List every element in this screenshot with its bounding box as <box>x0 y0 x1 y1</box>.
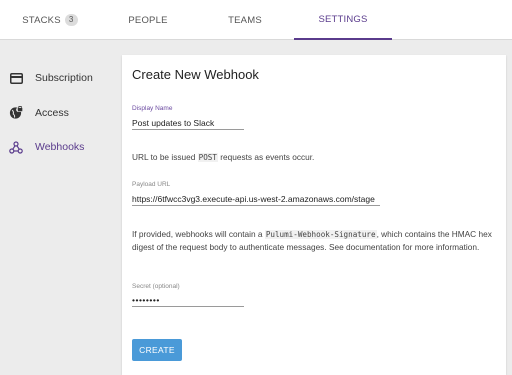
credit-card-icon <box>9 71 23 85</box>
stacks-count-badge: 3 <box>64 14 78 26</box>
webhook-icon <box>9 140 23 154</box>
sidebar-item-label: Access <box>35 107 69 119</box>
display-name-field[interactable] <box>132 116 244 130</box>
sidebar-item-label: Webhooks <box>35 141 85 153</box>
secret-hint-text: If provided, webhooks will contain a Pul… <box>132 228 496 254</box>
tab-stacks-label: STACKS <box>22 14 61 26</box>
tab-teams[interactable]: TEAMS <box>196 0 294 40</box>
tab-people[interactable]: PEOPLE <box>100 0 196 40</box>
post-code: POST <box>197 153 218 162</box>
payload-url-field[interactable] <box>132 192 380 206</box>
signature-header-code: Pulumi-Webhook-Signature <box>264 230 377 239</box>
tab-teams-label: TEAMS <box>228 14 262 26</box>
tab-people-label: PEOPLE <box>128 14 168 26</box>
secret-field[interactable] <box>132 293 244 307</box>
create-button[interactable]: CREATE <box>132 339 182 361</box>
payload-url-label: Payload URL <box>132 181 171 188</box>
secret-label: Secret (optional) <box>132 283 180 290</box>
create-webhook-card: Create New Webhook Display Name URL to b… <box>122 55 506 375</box>
sidebar-item-subscription[interactable]: Subscription <box>0 64 122 92</box>
sidebar-item-access[interactable]: Access <box>0 99 122 127</box>
tab-settings-label: SETTINGS <box>318 13 368 25</box>
url-hint-text: URL to be issued POST requests as events… <box>132 151 496 164</box>
page-title: Create New Webhook <box>132 67 259 82</box>
display-name-label: Display Name <box>132 105 173 112</box>
secret-hint-before: If provided, webhooks will contain a <box>132 229 265 239</box>
sidebar-item-label: Subscription <box>35 72 93 84</box>
globe-lock-icon <box>9 106 23 120</box>
url-hint-after: requests as events occur. <box>217 152 315 162</box>
tab-settings[interactable]: SETTINGS <box>294 0 392 40</box>
top-tab-bar: STACKS 3 PEOPLE TEAMS SETTINGS <box>0 0 512 40</box>
sidebar-item-webhooks[interactable]: Webhooks <box>0 133 122 161</box>
settings-sidebar: Subscription Access Webhooks <box>0 41 122 375</box>
tab-stacks[interactable]: STACKS 3 <box>0 0 100 40</box>
url-hint-before: URL to be issued <box>132 152 198 162</box>
